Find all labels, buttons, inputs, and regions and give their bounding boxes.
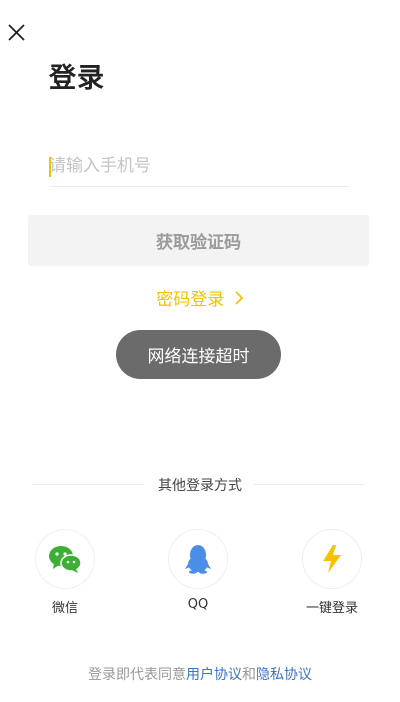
qq-login-button[interactable]	[168, 529, 228, 589]
other-login-label: 其他登录方式	[158, 478, 242, 494]
agreement-and: 和	[242, 667, 256, 683]
one-click-login-button[interactable]	[302, 529, 362, 589]
wechat-icon	[49, 546, 82, 573]
page-title: 登录	[49, 63, 105, 94]
privacy-policy-link[interactable]: 隐私协议	[256, 667, 312, 683]
phone-field	[49, 148, 349, 187]
lightning-icon	[323, 545, 341, 573]
qq-label: QQ	[187, 597, 209, 612]
qq-penguin-icon	[185, 545, 211, 574]
phone-input[interactable]	[49, 148, 349, 184]
wechat-login-button[interactable]	[35, 529, 95, 589]
agreement-prefix: 登录即代表同意	[88, 667, 186, 683]
divider-right	[253, 484, 365, 485]
password-login-link[interactable]: 密码登录	[0, 285, 400, 311]
close-button[interactable]	[4, 20, 30, 46]
toast-message: 网络连接超时	[116, 330, 281, 379]
wechat-label: 微信	[51, 601, 78, 616]
password-login-label: 密码登录	[156, 290, 225, 310]
user-agreement-link[interactable]: 用户协议	[186, 667, 242, 683]
agreement-text: 登录即代表同意用户协议和隐私协议	[0, 664, 400, 684]
text-caret	[49, 157, 51, 177]
close-icon	[8, 24, 25, 41]
one-click-label: 一键登录	[305, 601, 358, 616]
chevron-right-icon	[234, 290, 244, 311]
get-code-button[interactable]: 获取验证码	[28, 215, 369, 266]
